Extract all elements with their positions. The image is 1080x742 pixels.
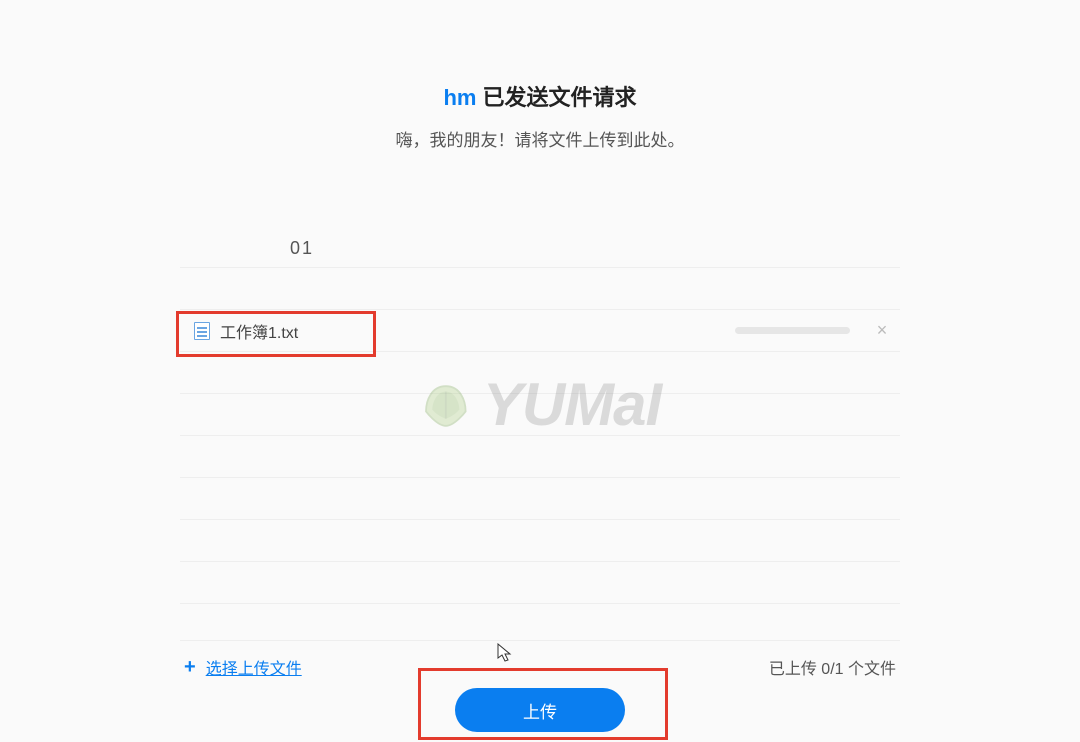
sender-name: hm xyxy=(443,85,476,110)
remove-file-button[interactable]: × xyxy=(872,320,892,341)
upload-progress-bar xyxy=(735,327,850,334)
list-row-empty xyxy=(180,520,900,562)
title-text: 已发送文件请求 xyxy=(482,85,636,110)
page-title: hm已发送文件请求 xyxy=(0,80,1080,112)
text-file-icon xyxy=(194,322,210,340)
list-row-empty xyxy=(180,352,900,394)
upload-button[interactable]: 上传 xyxy=(455,688,625,732)
page-header: hm已发送文件请求 嗨，我的朋友！请将文件上传到此处。 xyxy=(0,0,1080,151)
select-files-link[interactable]: + 选择上传文件 xyxy=(184,655,302,679)
list-row-empty xyxy=(180,562,900,604)
upload-count: 0/1 xyxy=(821,661,843,678)
list-row-empty xyxy=(180,436,900,478)
plus-icon: + xyxy=(184,656,196,679)
select-files-label: 选择上传文件 xyxy=(206,655,302,679)
step-number: 01 xyxy=(180,228,900,268)
file-row[interactable]: 工作簿1.txt × xyxy=(180,310,900,352)
file-name: 工作簿1.txt xyxy=(220,319,298,343)
file-list-area: 01 工作簿1.txt × xyxy=(180,228,900,604)
upload-button-container: 上传 xyxy=(455,688,625,732)
list-row-empty xyxy=(180,268,900,310)
list-row-empty xyxy=(180,478,900,520)
page-subtitle: 嗨，我的朋友！请将文件上传到此处。 xyxy=(0,126,1080,151)
footer-bar: + 选择上传文件 已上传 0/1 个文件 xyxy=(180,640,900,679)
list-row-empty xyxy=(180,394,900,436)
upload-status: 已上传 0/1 个文件 xyxy=(769,655,896,679)
